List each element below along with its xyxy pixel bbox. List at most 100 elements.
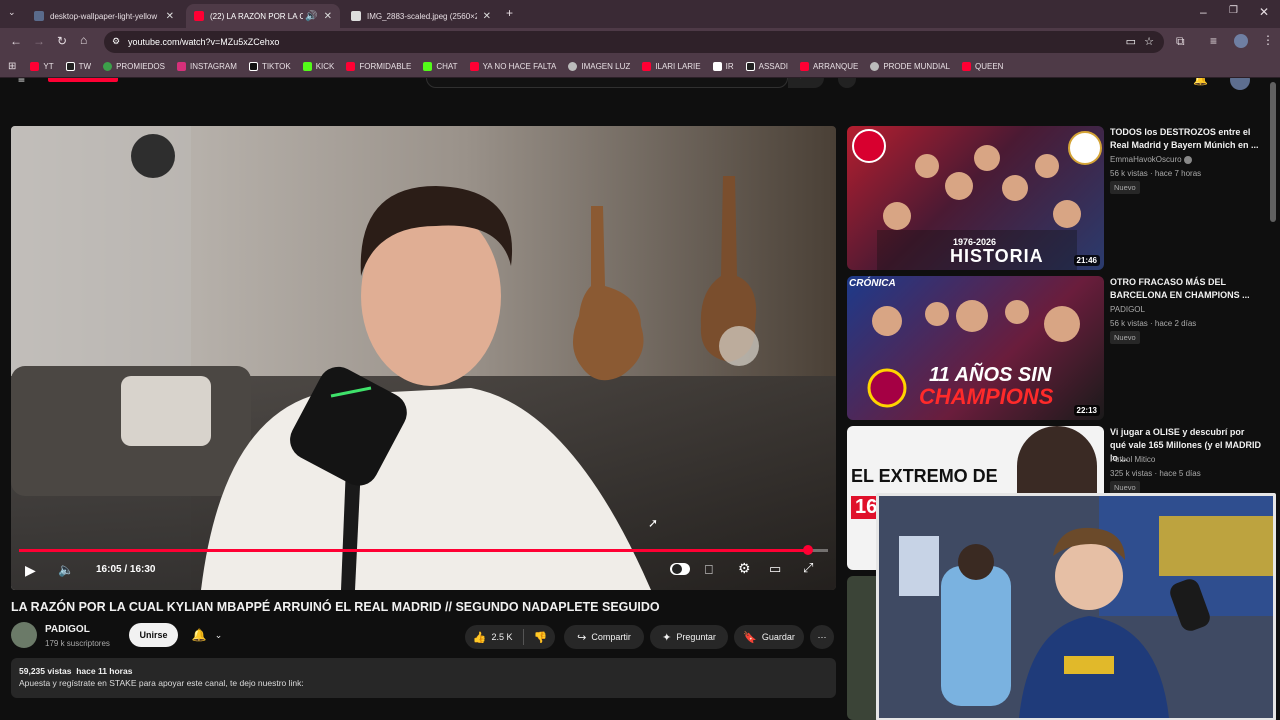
save-label: Guardar [761,632,795,642]
video-thumbnail[interactable]: CRÓNICA 11 AÑOS SIN CHAMPIONS 22:13 [847,276,1104,420]
description-box[interactable]: 59,235 vistas hace 11 horas Apuesta y re… [11,658,836,698]
youtube-icon [642,62,652,71]
bookmark-assadi[interactable]: ASSADI [745,62,788,71]
bookmark-kick[interactable]: KICK [302,62,334,71]
tab-title: desktop-wallpaper-light-yellow [50,11,158,21]
bookmark-yt[interactable]: YT [30,62,54,71]
settings-icon[interactable]: ⚙ [738,560,751,577]
fullscreen-icon[interactable]: ⤢ [803,560,813,576]
bookmark-ir[interactable]: IR [712,62,734,71]
search-input[interactable] [426,78,788,88]
ask-label: Preguntar [676,632,716,642]
recommendation-title[interactable]: TODOS los DESTROZOS entre el Real Madrid… [1110,126,1262,152]
save-button[interactable]: 🔖 Guardar [734,625,804,649]
bookmark-imagen-luz[interactable]: IMAGEN LUZ [568,62,630,71]
window-close-icon[interactable]: ✕ [1259,6,1269,18]
video-title: LA RAZÓN POR LA CUAL KYLIAN MBAPPÉ ARRUI… [11,600,660,614]
recommendation-card[interactable]: 1976-2026 HISTORIA 21:46 TODOS los DESTR… [847,126,1267,270]
tab-search-icon[interactable]: ⌄ [8,8,16,17]
progress-scrubber[interactable] [802,545,813,555]
bookmark-star-icon[interactable]: ☆ [1144,35,1154,48]
play-icon[interactable]: ▶ [25,562,36,579]
bookmark-queen[interactable]: QUEEN [962,62,1003,71]
subscriber-count: 179 k suscriptores [45,639,110,648]
progress-bar[interactable] [19,545,828,555]
search-button[interactable]: ⌕ [788,78,824,88]
profile-icon[interactable] [1234,34,1248,48]
autoplay-toggle[interactable] [670,563,690,575]
more-actions-button[interactable]: ⋯ [810,625,834,649]
channel-name[interactable]: PADIGOL [45,624,90,635]
share-button[interactable]: ↪ Compartir [564,625,644,649]
tab-image[interactable]: IMG_2883-scaled.jpeg (2560×2 ✕ [343,4,499,28]
close-icon[interactable]: ✕ [324,11,332,22]
maradona-cutout [941,566,1011,706]
youtube-icon [346,62,356,71]
youtube-icon [30,62,40,71]
notifications-icon[interactable]: 🔔 [1193,78,1208,86]
bookmark-promiedos[interactable]: PROMIEDOS [103,62,165,71]
reload-icon[interactable]: ↻ [57,35,67,47]
bookmark-formidable[interactable]: FORMIDABLE [346,62,411,71]
bookmark-chat[interactable]: CHAT [423,62,458,71]
youtube-favicon [194,11,204,21]
bookmark-ya-no-hace-falta[interactable]: YA NO HACE FALTA [469,62,556,71]
recommendation-channel[interactable]: Futbol Mitico [1110,455,1155,464]
join-button[interactable]: Unirse [129,623,178,647]
sparkle-icon: ✦ [662,631,672,644]
tab-wallpaper[interactable]: desktop-wallpaper-light-yellow ✕ [26,4,182,28]
recommendation-title[interactable]: OTRO FRACASO MÁS DEL BARCELONA EN CHAMPI… [1110,276,1262,302]
tab-youtube[interactable]: (22) LA RAZÓN POR LA CUA 🔊 ✕ [186,4,340,28]
forward-icon[interactable]: → [33,35,45,47]
tiktok-icon [248,62,258,71]
apps-icon[interactable]: ⊞ [8,61,16,72]
close-icon[interactable]: ✕ [483,11,491,22]
minimize-icon[interactable]: – [1200,6,1207,18]
video-player[interactable]: ▶ 🔈 16:05 / 16:30 ⎕ ⚙ ▭ ⤢ [11,126,836,590]
like-button[interactable]: 👍 2.5 K [473,631,513,644]
volume-icon[interactable]: 🔈 [58,562,74,578]
scrollbar[interactable] [1270,82,1276,222]
recommendation-channel[interactable]: EmmaHavokOscuro [1110,155,1192,164]
restore-icon[interactable]: ❐ [1229,6,1238,16]
recommendation-channel[interactable]: PADIGOL [1110,305,1145,314]
hamburger-menu-icon[interactable]: ≡ [18,78,25,86]
extensions-icon[interactable]: ⧉ [1176,35,1185,47]
bookmark-instagram[interactable]: INSTAGRAM [176,62,237,71]
new-tab-icon[interactable]: + [506,7,513,19]
youtube-logo[interactable] [48,78,118,82]
ask-button[interactable]: ✦ Preguntar [650,625,728,649]
subscription-bell-button[interactable]: 🔔 ⌄ [185,623,229,647]
back-icon[interactable]: ← [10,35,22,47]
bookmark-tiktok[interactable]: TIKTOK [248,62,291,71]
home-icon[interactable]: ⌂ [80,34,87,46]
tab-favicon [34,11,44,21]
site-info-icon[interactable]: ⚙ [112,36,120,47]
browser-tab-bar: ⌄ desktop-wallpaper-light-yellow ✕ (22) … [0,0,1280,28]
bookmark-prode-mundial[interactable]: PRODE MUNDIAL [870,62,950,71]
duration-badge: 21:46 [1073,255,1100,266]
bookmark-tw[interactable]: TW [65,62,91,71]
theater-mode-icon[interactable]: ▭ [769,561,781,577]
thumbnail-text: HISTORIA [950,246,1044,266]
promiedos-icon [103,62,113,71]
speaker-icon[interactable]: 🔊 [305,11,317,22]
address-bar[interactable]: ⚙ youtube.com/watch?v=MZu5xZCehxo ▭ ☆ [104,31,1164,53]
menu-icon[interactable]: ⋮ [1262,34,1274,46]
mouse-cursor: ➚ [648,516,659,530]
globe-icon [568,62,578,71]
bookmark-ilari-larie[interactable]: ILARI LARIE [642,62,701,71]
recommendation-card[interactable]: CRÓNICA 11 AÑOS SIN CHAMPIONS 22:13 OTRO… [847,276,1267,420]
close-icon[interactable]: ✕ [166,11,174,22]
reading-list-icon[interactable]: ≡ [1210,35,1217,47]
voice-search-button[interactable] [838,78,856,88]
cast-icon[interactable]: ▭ [1126,35,1136,48]
video-thumbnail[interactable]: 1976-2026 HISTORIA 21:46 [847,126,1104,270]
barcelona-crest [867,368,907,408]
duration-badge: 22:13 [1073,405,1100,416]
dislike-button[interactable]: 👎 [534,631,548,644]
channel-avatar[interactable] [11,622,37,648]
account-avatar[interactable] [1230,78,1250,90]
bookmark-arranque[interactable]: ARRANQUE [799,62,858,71]
captions-icon[interactable]: ⎕ [705,562,713,578]
